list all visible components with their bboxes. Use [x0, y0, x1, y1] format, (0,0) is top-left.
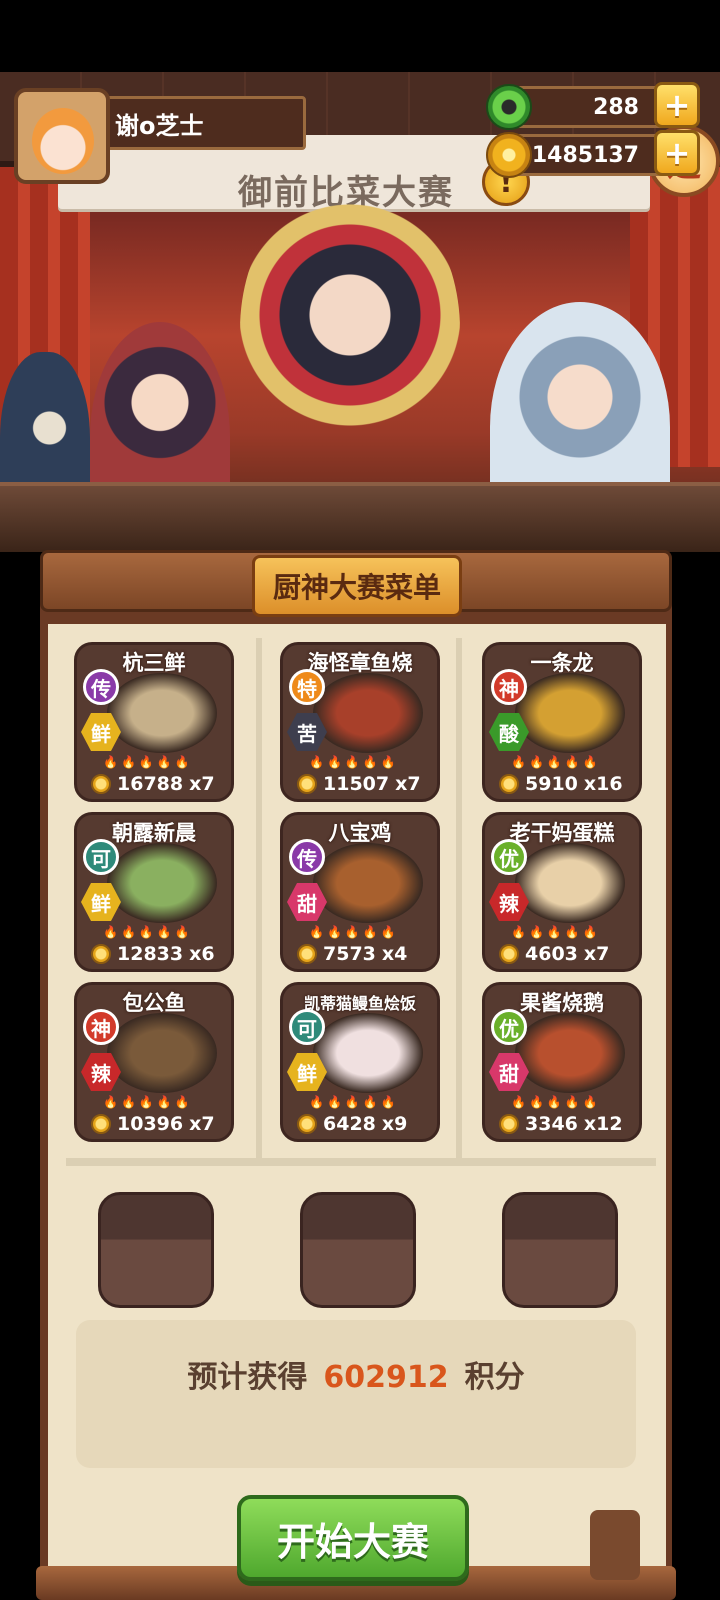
- gold-coin-icon: [297, 1114, 317, 1134]
- dish-card[interactable]: 包公鱼神辣 🔥🔥🔥🔥🔥 10396 x7: [74, 982, 234, 1142]
- add-gold-button[interactable]: +: [654, 130, 700, 176]
- dish-quantity: x12: [583, 1113, 623, 1135]
- dish-image: [313, 673, 423, 753]
- score-suffix: 积分: [464, 1360, 525, 1395]
- dish-quantity: x16: [583, 773, 623, 795]
- dish-rank-badge: 传: [289, 839, 325, 875]
- dish-price: 4603: [525, 943, 578, 965]
- gold-coin-icon: [297, 774, 317, 794]
- flame-rating-icons: 🔥🔥🔥🔥🔥: [309, 1095, 399, 1109]
- column-divider: [456, 638, 462, 1158]
- dish-price-row: 10396 x7: [91, 1113, 215, 1135]
- dish-price: 12833: [117, 943, 184, 965]
- dish-quantity: x9: [381, 1113, 408, 1135]
- column-divider: [256, 638, 262, 1158]
- dish-price-row: 11507 x7: [297, 773, 421, 795]
- dish-price-row: 7573 x4: [297, 943, 407, 965]
- dish-price-row: 4603 x7: [499, 943, 609, 965]
- dish-rank-badge: 优: [491, 839, 527, 875]
- empty-dish-slot[interactable]: [502, 1192, 618, 1308]
- empty-dish-slot[interactable]: [300, 1192, 416, 1308]
- dish-card[interactable]: 凯蒂猫鳗鱼烩饭可鲜 🔥🔥🔥🔥🔥 6428 x9: [280, 982, 440, 1142]
- dish-price: 6428: [323, 1113, 376, 1135]
- flame-rating-icons: 🔥🔥🔥🔥🔥: [511, 1095, 601, 1109]
- score-value: 602912: [323, 1360, 449, 1395]
- jade-icon: [486, 84, 532, 130]
- dish-price-row: 16788 x7: [91, 773, 215, 795]
- dish-rank-badge: 特: [289, 669, 325, 705]
- dish-price: 10396: [117, 1113, 184, 1135]
- dish-price-row: 12833 x6: [91, 943, 215, 965]
- dish-quantity: x7: [583, 943, 610, 965]
- gold-coin-icon: [297, 944, 317, 964]
- dish-rank-badge: 神: [491, 669, 527, 705]
- gold-coin-icon: [499, 944, 519, 964]
- dish-rank-badge: 可: [83, 839, 119, 875]
- gold-coin-icon: [91, 1114, 111, 1134]
- dish-image: [313, 1013, 423, 1093]
- flame-rating-icons: 🔥🔥🔥🔥🔥: [511, 925, 601, 939]
- dish-image: [107, 673, 217, 753]
- menu-title: 厨神大赛菜单: [252, 555, 462, 617]
- dish-price: 3346: [525, 1113, 578, 1135]
- dish-card[interactable]: 海怪章鱼烧特苦 🔥🔥🔥🔥🔥 11507 x7: [280, 642, 440, 802]
- expected-score: 预计获得 602912 积分: [76, 1352, 636, 1396]
- dish-image: [107, 843, 217, 923]
- dish-price-row: 5910 x16: [499, 773, 623, 795]
- flame-rating-icons: 🔥🔥🔥🔥🔥: [309, 755, 399, 769]
- dish-image: [515, 1013, 625, 1093]
- dish-quantity: x7: [189, 773, 215, 795]
- flame-rating-icons: 🔥🔥🔥🔥🔥: [511, 755, 601, 769]
- dish-rank-badge: 优: [491, 1009, 527, 1045]
- gold-coin-icon: [499, 774, 519, 794]
- dish-card[interactable]: 八宝鸡传甜 🔥🔥🔥🔥🔥 7573 x4: [280, 812, 440, 972]
- flame-rating-icons: 🔥🔥🔥🔥🔥: [103, 1095, 193, 1109]
- dish-card[interactable]: 杭三鲜传鲜 🔥🔥🔥🔥🔥 16788 x7: [74, 642, 234, 802]
- gold-coin-icon: [91, 944, 111, 964]
- avatar-face: [32, 108, 94, 174]
- dish-rank-badge: 可: [289, 1009, 325, 1045]
- dish-price: 16788: [117, 773, 184, 795]
- dish-quantity: x7: [395, 773, 421, 795]
- dish-image: [313, 843, 423, 923]
- flame-rating-icons: 🔥🔥🔥🔥🔥: [103, 925, 193, 939]
- dish-quantity: x4: [381, 943, 408, 965]
- dish-image: [515, 673, 625, 753]
- dish-card[interactable]: 一条龙神酸 🔥🔥🔥🔥🔥 5910 x16: [482, 642, 642, 802]
- dish-rank-badge: 传: [83, 669, 119, 705]
- judge-center-character: [240, 180, 460, 480]
- dish-price-row: 6428 x9: [297, 1113, 407, 1135]
- score-prefix: 预计获得: [187, 1360, 308, 1395]
- player-name: 谢o芝士: [106, 96, 306, 150]
- dish-price: 11507: [323, 773, 390, 795]
- dish-price-row: 3346 x12: [499, 1113, 623, 1135]
- gold-coin-icon: [486, 132, 532, 178]
- gold-coin-icon: [499, 1114, 519, 1134]
- row-divider: [66, 1158, 656, 1166]
- stage-table: [0, 482, 720, 552]
- pencil-cup-decoration: [590, 1510, 640, 1580]
- dish-price: 7573: [323, 943, 376, 965]
- dish-price: 5910: [525, 773, 578, 795]
- dish-card[interactable]: 老干妈蛋糕优辣 🔥🔥🔥🔥🔥 4603 x7: [482, 812, 642, 972]
- dish-quantity: x7: [189, 1113, 215, 1135]
- add-jade-button[interactable]: +: [654, 82, 700, 128]
- dish-quantity: x6: [189, 943, 215, 965]
- dish-rank-badge: 神: [83, 1009, 119, 1045]
- dish-card[interactable]: 朝露新晨可鲜 🔥🔥🔥🔥🔥 12833 x6: [74, 812, 234, 972]
- empty-dish-slot[interactable]: [98, 1192, 214, 1308]
- dish-image: [515, 843, 625, 923]
- gold-coin-icon: [91, 774, 111, 794]
- flame-rating-icons: 🔥🔥🔥🔥🔥: [309, 925, 399, 939]
- status-bar-area: [0, 0, 720, 72]
- dish-image: [107, 1013, 217, 1093]
- flame-rating-icons: 🔥🔥🔥🔥🔥: [103, 755, 193, 769]
- start-contest-button[interactable]: 开始大赛: [237, 1495, 469, 1581]
- player-avatar[interactable]: [14, 88, 110, 184]
- dish-card[interactable]: 果酱烧鹅优甜 🔥🔥🔥🔥🔥 3346 x12: [482, 982, 642, 1142]
